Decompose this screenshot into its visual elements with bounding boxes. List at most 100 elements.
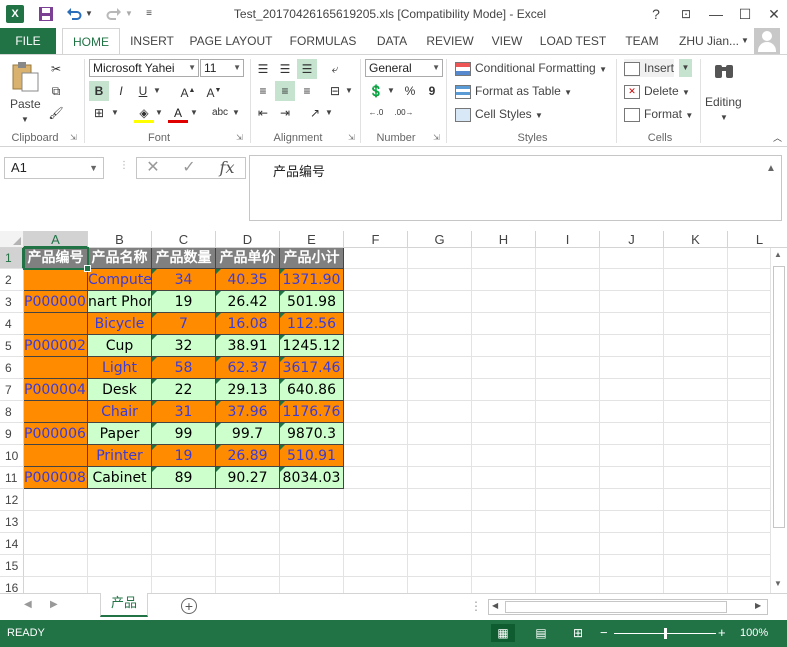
insert-dropdown-icon[interactable]: ▼	[679, 59, 692, 77]
cell-b14[interactable]	[88, 533, 152, 555]
number-format-combo[interactable]: General ▼	[365, 59, 443, 77]
chevron-down-icon[interactable]: ▼	[432, 60, 440, 76]
cell-e16[interactable]	[280, 577, 344, 593]
zoom-in-button[interactable]: +	[718, 624, 726, 642]
row-header-13[interactable]: 13	[0, 511, 24, 533]
cell-a15[interactable]	[24, 555, 88, 577]
cell-a10[interactable]	[24, 445, 88, 467]
cell-a1[interactable]: 产品编号	[24, 248, 88, 269]
cell-h13[interactable]	[472, 511, 536, 533]
cancel-icon[interactable]: ✕	[139, 158, 167, 178]
formula-input[interactable]: 产品编号	[249, 155, 782, 221]
cell-e2[interactable]: 1371.90	[280, 269, 344, 291]
column-header-b[interactable]: B	[88, 231, 152, 248]
decrease-decimal-icon[interactable]: .00→	[394, 103, 414, 123]
column-header-d[interactable]: D	[216, 231, 280, 248]
cell-k8[interactable]	[664, 401, 728, 423]
tab-file[interactable]: FILE	[0, 28, 56, 54]
cell-k10[interactable]	[664, 445, 728, 467]
cell-a9[interactable]: P000006	[24, 423, 88, 445]
comma-style-button[interactable]: 9	[422, 81, 442, 101]
cell-c16[interactable]	[152, 577, 216, 593]
align-right-icon[interactable]: ≡	[297, 81, 317, 101]
conditional-formatting-button[interactable]: Conditional Formatting ▼	[455, 59, 607, 79]
cell-e8[interactable]: 1176.76	[280, 401, 344, 423]
cell-e12[interactable]	[280, 489, 344, 511]
column-header-i[interactable]: I	[536, 231, 600, 248]
cell-b2[interactable]: Compute	[88, 269, 152, 291]
chevron-down-icon[interactable]: ▼	[188, 60, 196, 76]
cell-f1[interactable]	[344, 248, 408, 269]
scroll-up-icon[interactable]: ▲	[774, 250, 782, 259]
grow-font-icon[interactable]: A▲	[178, 81, 198, 101]
cell-d6[interactable]: 62.37	[216, 357, 280, 379]
cell-a14[interactable]	[24, 533, 88, 555]
excel-icon[interactable]: X	[6, 5, 24, 23]
row-header-3[interactable]: 3	[0, 291, 24, 313]
enter-icon[interactable]: ✓	[175, 158, 203, 178]
paste-dropdown-icon[interactable]: ▼	[21, 111, 29, 129]
cell-i2[interactable]	[536, 269, 600, 291]
cell-g3[interactable]	[408, 291, 472, 313]
cell-j10[interactable]	[600, 445, 664, 467]
cell-h4[interactable]	[472, 313, 536, 335]
row-header-5[interactable]: 5	[0, 335, 24, 357]
cell-e7[interactable]: 640.86	[280, 379, 344, 401]
tab-page-layout[interactable]: PAGE LAYOUT	[186, 28, 276, 54]
cell-k4[interactable]	[664, 313, 728, 335]
row-header-2[interactable]: 2	[0, 269, 24, 291]
merge-center-icon[interactable]: ⊟	[325, 81, 345, 101]
column-header-f[interactable]: F	[344, 231, 408, 248]
page-break-view-icon[interactable]: ⊞	[566, 624, 590, 642]
cell-h12[interactable]	[472, 489, 536, 511]
cell-d8[interactable]: 37.96	[216, 401, 280, 423]
cell-a4[interactable]	[24, 313, 88, 335]
cell-g9[interactable]	[408, 423, 472, 445]
delete-cells-button[interactable]: ✕ Delete ▼	[624, 82, 690, 102]
cell-h3[interactable]	[472, 291, 536, 313]
column-header-c[interactable]: C	[152, 231, 216, 248]
cell-d16[interactable]	[216, 577, 280, 593]
cell-i14[interactable]	[536, 533, 600, 555]
column-header-h[interactable]: H	[472, 231, 536, 248]
column-header-l[interactable]: L	[728, 231, 787, 248]
cell-d1[interactable]: 产品单价	[216, 248, 280, 269]
cell-i7[interactable]	[536, 379, 600, 401]
font-launcher-icon[interactable]: ⇲	[236, 134, 244, 142]
maximize-button[interactable]: ☐	[733, 4, 757, 24]
sheet-tab-active[interactable]: 产品	[100, 593, 148, 617]
cell-e13[interactable]	[280, 511, 344, 533]
cell-e4[interactable]: 112.56	[280, 313, 344, 335]
top-align-icon[interactable]: ☰	[253, 59, 273, 79]
binoculars-icon[interactable]	[712, 61, 736, 81]
cell-j6[interactable]	[600, 357, 664, 379]
cell-i8[interactable]	[536, 401, 600, 423]
cell-f11[interactable]	[344, 467, 408, 489]
editing-dropdown-icon[interactable]: ▼	[720, 109, 728, 127]
cell-b16[interactable]	[88, 577, 152, 593]
underline-dropdown-icon[interactable]: ▼	[153, 82, 161, 100]
cell-e1[interactable]: 产品小计	[280, 248, 344, 269]
cell-g15[interactable]	[408, 555, 472, 577]
font-color-icon[interactable]: A	[168, 103, 188, 123]
alignment-launcher-icon[interactable]: ⇲	[348, 134, 356, 142]
cell-a11[interactable]: P000008	[24, 467, 88, 489]
cell-e14[interactable]	[280, 533, 344, 555]
zoom-slider-thumb[interactable]	[664, 628, 667, 639]
borders-icon[interactable]: ⊞	[89, 103, 109, 123]
cell-f13[interactable]	[344, 511, 408, 533]
cell-g10[interactable]	[408, 445, 472, 467]
cell-j8[interactable]	[600, 401, 664, 423]
cell-b1[interactable]: 产品名称	[88, 248, 152, 269]
cell-f6[interactable]	[344, 357, 408, 379]
row-header-4[interactable]: 4	[0, 313, 24, 335]
cell-i5[interactable]	[536, 335, 600, 357]
cell-g14[interactable]	[408, 533, 472, 555]
cell-g13[interactable]	[408, 511, 472, 533]
cell-j2[interactable]	[600, 269, 664, 291]
cell-b9[interactable]: Paper	[88, 423, 152, 445]
cell-g12[interactable]	[408, 489, 472, 511]
tab-view[interactable]: VIEW	[486, 28, 528, 54]
cell-e11[interactable]: 8034.03	[280, 467, 344, 489]
cell-i9[interactable]	[536, 423, 600, 445]
